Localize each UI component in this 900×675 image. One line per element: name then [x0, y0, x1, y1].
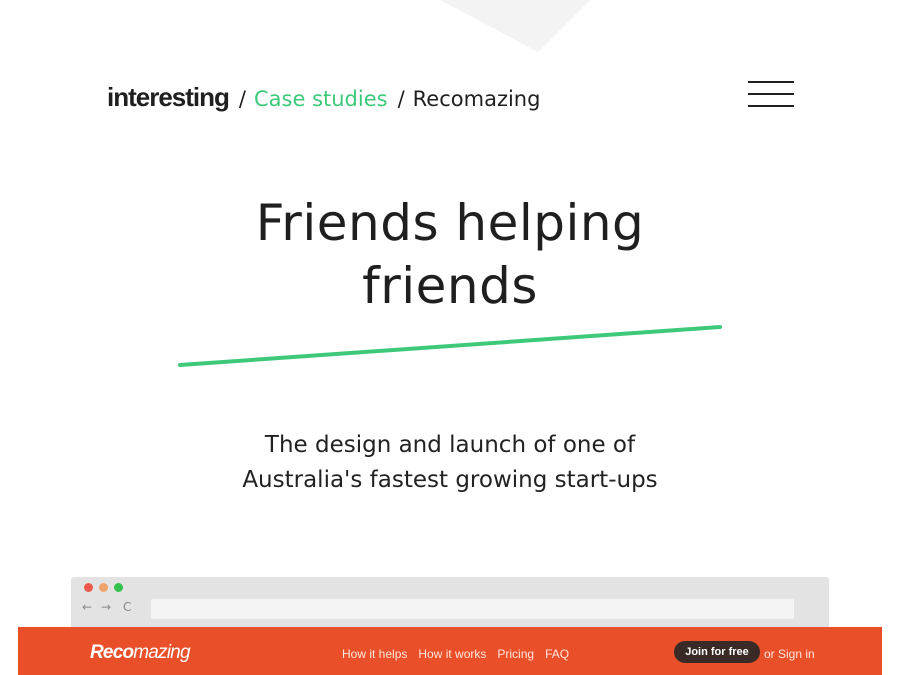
breadcrumb-separator: /: [397, 87, 405, 111]
site-logo-rest: mazing: [133, 642, 190, 663]
site-logo-bold: Reco: [90, 642, 134, 663]
page-title-line: friends: [362, 257, 538, 315]
page-title: Friends helping friends: [0, 192, 900, 318]
decorative-underline: [178, 325, 722, 367]
sign-in-link[interactable]: or Sign in: [764, 647, 815, 661]
site-nav-menu: How it helps How it works Pricing FAQ: [342, 647, 569, 661]
address-bar: [151, 599, 794, 619]
subtitle-line: Australia's fastest growing start-ups: [242, 467, 658, 493]
join-for-free-button[interactable]: Join for free: [674, 641, 760, 663]
hamburger-menu-icon[interactable]: [748, 79, 794, 109]
nav-how-it-works[interactable]: How it works: [418, 647, 486, 661]
breadcrumb-current-page: Recomazing: [412, 87, 541, 111]
decorative-triangle: [440, 0, 590, 52]
subtitle-line: The design and launch of one of: [264, 432, 636, 458]
recomazing-site-navbar: Recomazing How it helps How it works Pri…: [18, 627, 882, 675]
minimize-dot-icon: [99, 583, 108, 592]
page-subtitle: The design and launch of one of Australi…: [0, 428, 900, 498]
close-dot-icon: [84, 583, 93, 592]
maximize-dot-icon: [114, 583, 123, 592]
interesting-logo[interactable]: interesting: [107, 82, 230, 113]
site-header: interesting / Case studies / Recomazing: [107, 82, 540, 112]
breadcrumb-case-studies-link[interactable]: Case studies: [254, 87, 388, 111]
breadcrumb-separator: /: [238, 87, 246, 111]
reload-icon: C: [123, 600, 132, 614]
nav-faq[interactable]: FAQ: [545, 647, 569, 661]
forward-arrow-icon: →: [101, 600, 112, 614]
recomazing-logo: Recomazing: [90, 642, 191, 664]
back-arrow-icon: ←: [82, 600, 93, 614]
page-title-line: Friends helping: [255, 194, 645, 252]
nav-how-it-helps[interactable]: How it helps: [342, 647, 407, 661]
nav-pricing[interactable]: Pricing: [497, 647, 534, 661]
